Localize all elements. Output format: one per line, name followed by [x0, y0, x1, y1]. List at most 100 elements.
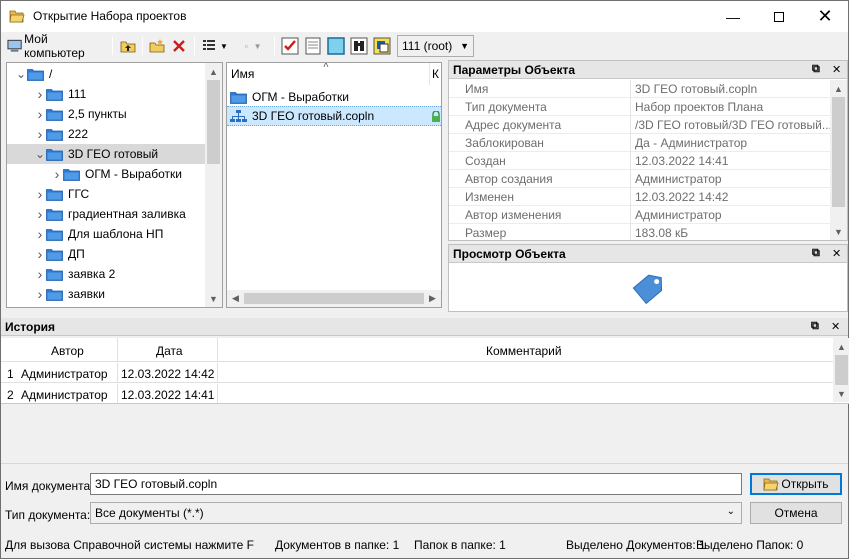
list-item[interactable]: 3D ГЕО готовый.copln — [227, 106, 441, 126]
column-divider — [117, 384, 118, 403]
folder-icon — [63, 168, 80, 181]
history-row-number: 2 — [7, 388, 14, 402]
tree-item[interactable]: ⌄ 3D ГЕО готовый — [7, 144, 206, 164]
chevron-right-icon[interactable]: › — [34, 246, 46, 262]
scroll-thumb[interactable] — [832, 97, 845, 207]
history-row[interactable]: 2 Администратор 12.03.2022 14:41 — [1, 384, 833, 403]
doc-name-input[interactable]: 3D ГЕО готовый.copln — [90, 473, 742, 495]
tree-item[interactable]: › заявка 2 — [7, 264, 206, 284]
scroll-down-arrow[interactable]: ▼ — [205, 290, 222, 307]
scroll-down-arrow[interactable]: ▼ — [833, 385, 849, 402]
tree-item[interactable]: › заявки — [7, 284, 206, 304]
scroll-thumb[interactable] — [244, 293, 424, 304]
folder-icon — [27, 68, 44, 81]
close-icon[interactable]: ✕ — [832, 63, 841, 76]
check-button[interactable] — [279, 35, 301, 57]
chevron-right-icon[interactable]: › — [34, 186, 46, 202]
root-selector[interactable]: 111 (root) ▼ — [397, 35, 474, 57]
column-k-header[interactable]: К — [432, 67, 439, 81]
close-icon[interactable]: ✕ — [832, 247, 841, 260]
chevron-right-icon[interactable]: › — [34, 106, 46, 122]
restore-icon[interactable]: ⧉ — [811, 320, 819, 333]
chevron-down-icon[interactable]: ⌄ — [15, 67, 27, 81]
history-scrollbar[interactable]: ▲ ▼ — [833, 338, 849, 402]
history-row[interactable]: 1 Администратор 12.03.2022 14:42 — [1, 363, 833, 383]
maximize-button[interactable] — [756, 1, 802, 32]
restore-icon[interactable]: ⧉ — [812, 63, 820, 76]
doc-type-select[interactable]: Все документы (*.*) ⌄ — [90, 502, 742, 524]
chevron-right-icon[interactable]: › — [34, 266, 46, 282]
tree-item[interactable]: › 111 — [7, 84, 206, 104]
tree-item[interactable]: ⌄ / — [7, 64, 206, 84]
chevron-right-icon[interactable]: › — [34, 226, 46, 242]
chevron-right-icon[interactable]: › — [34, 126, 46, 142]
close-button[interactable]: ✕ — [802, 1, 848, 32]
scroll-down-arrow[interactable]: ▼ — [830, 223, 847, 240]
open-folder-icon — [9, 10, 25, 23]
scroll-right-arrow[interactable]: ▶ — [424, 290, 441, 307]
folder-icon — [230, 91, 247, 104]
param-row: Заблокирован Да - Администратор — [449, 134, 831, 152]
folder-tree[interactable]: ⌄ / › 111 › 2,5 пункты › 222 ⌄ 3D ГЕО готовый › ОГМ… — [6, 62, 223, 308]
folder-icon — [46, 228, 63, 241]
sort-icon: ▫ — [244, 41, 248, 51]
param-key: Имя — [465, 81, 489, 96]
search-button[interactable] — [348, 35, 370, 57]
tag-icon — [632, 274, 663, 305]
column-divider — [217, 338, 218, 362]
chevron-right-icon[interactable]: › — [34, 86, 46, 102]
chevron-right-icon[interactable]: › — [34, 206, 46, 222]
thumbnail-button[interactable] — [371, 35, 393, 57]
column-divider — [630, 170, 631, 188]
column-divider — [630, 98, 631, 116]
my-computer-button[interactable]: Мой компьютер — [7, 32, 107, 60]
up-folder-button[interactable] — [118, 35, 138, 57]
tree-item[interactable]: › 2,5 пункты — [7, 104, 206, 124]
chevron-right-icon[interactable]: › — [34, 286, 46, 302]
computer-icon — [7, 39, 22, 52]
file-list[interactable]: Имя ˄ К ОГМ - Выработки 3D ГЕО готовый.co… — [226, 62, 442, 308]
list-item-label: ОГМ - Выработки — [252, 90, 349, 104]
close-icon[interactable]: ✕ — [831, 320, 840, 333]
scroll-up-arrow[interactable]: ▲ — [205, 63, 222, 80]
cancel-button-label: Отмена — [774, 506, 818, 520]
history-caption-text: История — [5, 319, 56, 334]
tree-scrollbar[interactable]: ▲ ▼ — [205, 63, 222, 307]
chevron-down-icon[interactable]: ⌄ — [34, 147, 46, 161]
scroll-left-arrow[interactable]: ◀ — [227, 290, 244, 307]
list-hscrollbar[interactable]: ◀ ▶ — [227, 290, 441, 307]
column-divider — [630, 224, 631, 240]
tree-item[interactable]: › ДП — [7, 244, 206, 264]
restore-icon[interactable]: ⧉ — [812, 247, 820, 260]
scroll-up-arrow[interactable]: ▲ — [830, 80, 847, 97]
param-value: Набор проектов Плана — [635, 99, 764, 114]
tree-item[interactable]: › градиентная заливка — [7, 204, 206, 224]
preview-pane-button[interactable] — [325, 35, 347, 57]
params-scrollbar[interactable]: ▲ ▼ — [830, 80, 847, 240]
open-button[interactable]: Открыть — [750, 473, 842, 495]
view-mode-dropdown[interactable]: ▼ — [199, 35, 231, 57]
scroll-thumb[interactable] — [835, 355, 848, 385]
doc-name-label: Имя документа: — [5, 479, 94, 493]
column-name-header[interactable]: Имя — [231, 67, 254, 81]
binoculars-icon — [350, 37, 368, 55]
scroll-thumb[interactable] — [207, 80, 220, 164]
cancel-button[interactable]: Отмена — [750, 502, 842, 524]
column-divider — [630, 116, 631, 134]
sort-up-icon: ˄ — [323, 62, 329, 71]
minimize-button[interactable]: — — [710, 1, 756, 32]
tree-item[interactable]: › Для шаблона НП — [7, 224, 206, 244]
chevron-right-icon[interactable]: › — [51, 166, 63, 182]
tree-item[interactable]: › ОГМ - Выработки — [7, 164, 206, 184]
param-key: Автор изменения — [465, 207, 562, 222]
list-item[interactable]: ОГМ - Выработки — [227, 87, 441, 107]
delete-button[interactable] — [169, 35, 189, 57]
tree-item[interactable]: › 222 — [7, 124, 206, 144]
tree-item[interactable]: › ГГС — [7, 184, 206, 204]
history-table: Автор Дата Комментарий 1 Администратор 12.… — [1, 338, 849, 404]
chevron-down-icon: ▼ — [220, 41, 228, 51]
sort-dropdown[interactable]: ▫ ▼ — [237, 35, 269, 57]
new-folder-button[interactable] — [147, 35, 167, 57]
scroll-up-arrow[interactable]: ▲ — [833, 338, 849, 355]
document-view-button[interactable] — [302, 35, 324, 57]
